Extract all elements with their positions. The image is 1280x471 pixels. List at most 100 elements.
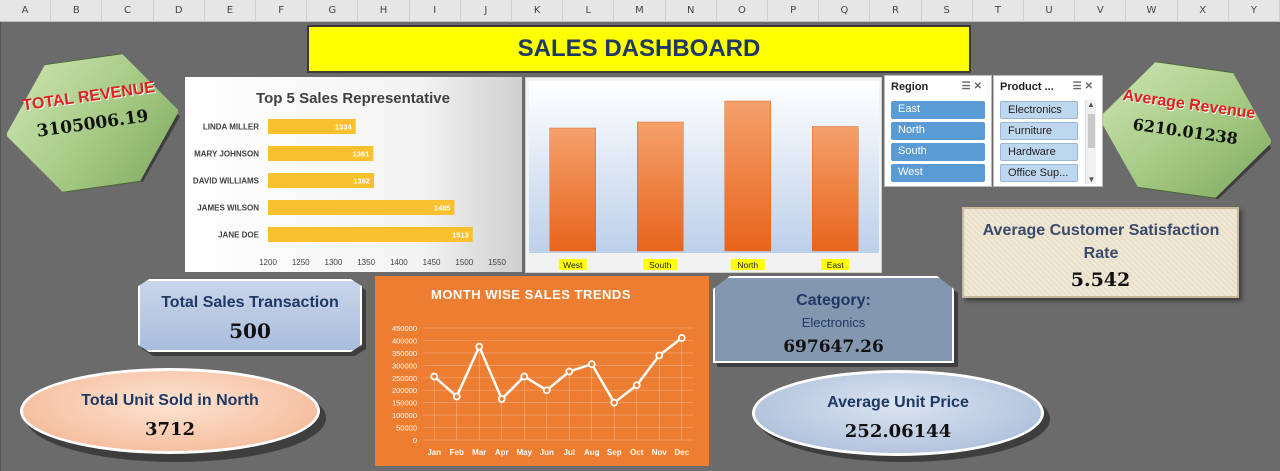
trend-x-tick: Jul bbox=[563, 448, 575, 457]
trend-point bbox=[430, 372, 439, 381]
region-bar bbox=[549, 127, 596, 252]
multiselect-clear-filter-icon[interactable]: ☰✕ bbox=[1073, 81, 1096, 93]
units-north-card[interactable]: Total Unit Sold in North 3712 bbox=[20, 368, 328, 462]
top5-sales-chart[interactable]: Top 5 Sales Representative LINDA MILLER M… bbox=[185, 77, 522, 272]
column-header-x[interactable]: X bbox=[1178, 0, 1229, 22]
page-title: SALES DASHBOARD bbox=[307, 25, 971, 73]
slicer-item-electronics[interactable]: Electronics bbox=[1000, 101, 1078, 119]
column-header-r[interactable]: R bbox=[870, 0, 922, 22]
top5-chart-title: Top 5 Sales Representative bbox=[256, 90, 450, 107]
trend-point bbox=[565, 367, 574, 376]
column-header-o[interactable]: O bbox=[717, 0, 768, 22]
satisfaction-card[interactable]: Average Customer Satisfaction Rate 5.542 bbox=[962, 207, 1239, 298]
trend-point bbox=[452, 392, 461, 401]
trend-y-tick: 450000 bbox=[392, 324, 417, 333]
region-sales-chart[interactable]: West South North East bbox=[525, 77, 882, 273]
slicer-item-office-supplies[interactable]: Office Sup... bbox=[1000, 164, 1078, 182]
slicer-scrollbar[interactable]: ▲ ▼ bbox=[1085, 100, 1096, 184]
column-header-a[interactable]: A bbox=[0, 0, 52, 22]
column-header-n[interactable]: N bbox=[666, 0, 717, 22]
region-slicer[interactable]: Region ☰✕ East North South West bbox=[884, 75, 992, 187]
column-header-k[interactable]: K bbox=[512, 0, 564, 22]
slicer-item-south[interactable]: South bbox=[891, 143, 985, 161]
column-header-c[interactable]: C bbox=[102, 0, 154, 22]
slicer-item-east[interactable]: East bbox=[891, 101, 985, 119]
average-revenue-card[interactable]: Average Revenue 6210.01238 bbox=[1090, 54, 1280, 205]
scrollbar-thumb[interactable] bbox=[1088, 114, 1095, 148]
trend-chart-svg: MONTH WISE SALES TRENDS 450000 400000 3500… bbox=[392, 287, 693, 457]
column-header-e[interactable]: E bbox=[205, 0, 256, 22]
trend-x-tick: Aug bbox=[584, 448, 600, 457]
scroll-up-icon[interactable]: ▲ bbox=[1086, 100, 1096, 109]
column-header-bar: ABCDEFGHIJKLMNOPQRSTUVWXY bbox=[0, 0, 1280, 22]
top5-x-tick: 1200 bbox=[259, 258, 277, 267]
column-header-g[interactable]: G bbox=[307, 0, 359, 22]
column-header-t[interactable]: T bbox=[973, 0, 1024, 22]
column-header-j[interactable]: J bbox=[461, 0, 512, 22]
total-transactions-card[interactable]: Total Sales Transaction 500 bbox=[138, 279, 366, 356]
slicer-item-west[interactable]: West bbox=[891, 164, 985, 182]
region-category-label: West bbox=[563, 260, 583, 270]
monthly-trend-chart[interactable]: MONTH WISE SALES TRENDS 450000 400000 3500… bbox=[375, 276, 709, 466]
trend-y-tick: 350000 bbox=[392, 349, 417, 358]
top5-category-label: JAMES WILSON bbox=[197, 204, 259, 213]
region-bar bbox=[637, 121, 684, 252]
region-category-label: South bbox=[649, 260, 671, 270]
column-header-i[interactable]: I bbox=[410, 0, 461, 22]
category-name: Electronics bbox=[801, 315, 866, 330]
column-header-q[interactable]: Q bbox=[819, 0, 871, 22]
top5-x-tick: 1550 bbox=[488, 258, 506, 267]
trend-y-tick: 250000 bbox=[392, 374, 417, 383]
region-bar bbox=[812, 126, 859, 252]
column-header-u[interactable]: U bbox=[1024, 0, 1076, 22]
column-header-s[interactable]: S bbox=[922, 0, 973, 22]
top5-x-tick: 1300 bbox=[325, 258, 343, 267]
column-header-l[interactable]: L bbox=[563, 0, 615, 22]
units-north-label: Total Unit Sold in North bbox=[81, 392, 259, 409]
category-card[interactable]: Category: Electronics 697647.26 bbox=[713, 276, 958, 367]
top5-category-label: LINDA MILLER bbox=[203, 123, 259, 132]
column-header-v[interactable]: V bbox=[1075, 0, 1127, 22]
slicer-item-furniture[interactable]: Furniture bbox=[1000, 122, 1078, 140]
trend-point bbox=[677, 334, 686, 342]
trend-x-tick: Apr bbox=[495, 448, 509, 457]
product-slicer[interactable]: Product ... ☰✕ Electronics Furniture Hard… bbox=[993, 75, 1103, 187]
top5-x-tick: 1250 bbox=[292, 258, 310, 267]
column-header-d[interactable]: D bbox=[154, 0, 205, 22]
scroll-down-icon[interactable]: ▼ bbox=[1086, 175, 1097, 184]
top5-value-label: 1361 bbox=[353, 150, 370, 159]
top5-category-label: MARY JOHNSON bbox=[194, 150, 259, 159]
trend-x-tick: Sep bbox=[607, 448, 622, 457]
column-header-m[interactable]: M bbox=[614, 0, 666, 22]
trend-y-tick: 300000 bbox=[392, 361, 417, 370]
trend-x-tick: Nov bbox=[652, 448, 668, 457]
trend-y-tick: 0 bbox=[413, 436, 417, 445]
trend-y-tick: 200000 bbox=[392, 386, 417, 395]
region-category-label: East bbox=[827, 260, 845, 270]
trend-x-tick: Dec bbox=[674, 448, 689, 457]
total-transactions-value: 500 bbox=[229, 319, 271, 343]
top5-value-label: 1485 bbox=[434, 204, 451, 213]
top5-value-label: 1513 bbox=[452, 231, 469, 240]
category-value: 697647.26 bbox=[783, 337, 884, 357]
top5-x-tick: 1350 bbox=[357, 258, 375, 267]
column-header-w[interactable]: W bbox=[1126, 0, 1178, 22]
avg-unit-price-card[interactable]: Average Unit Price 252.06144 bbox=[752, 370, 1052, 464]
column-header-p[interactable]: P bbox=[768, 0, 820, 22]
top5-bar bbox=[268, 227, 473, 242]
multiselect-clear-filter-icon[interactable]: ☰✕ bbox=[962, 81, 985, 93]
region-slicer-title: Region bbox=[891, 81, 929, 93]
trend-y-tick: 100000 bbox=[392, 411, 417, 420]
total-revenue-card[interactable]: TOTAL REVENUE 3105006.19 bbox=[0, 46, 188, 199]
top5-chart-svg: Top 5 Sales Representative LINDA MILLER M… bbox=[193, 90, 507, 267]
trend-series-line bbox=[433, 336, 683, 405]
slicer-item-hardware[interactable]: Hardware bbox=[1000, 143, 1078, 161]
column-header-h[interactable]: H bbox=[358, 0, 410, 22]
slicer-item-north[interactable]: North bbox=[891, 122, 985, 140]
column-header-y[interactable]: Y bbox=[1229, 0, 1280, 22]
trend-point bbox=[655, 351, 664, 360]
top5-category-label: JANE DOE bbox=[218, 231, 260, 240]
column-header-f[interactable]: F bbox=[256, 0, 308, 22]
region-category-label: North bbox=[737, 260, 758, 270]
column-header-b[interactable]: B bbox=[51, 0, 103, 22]
